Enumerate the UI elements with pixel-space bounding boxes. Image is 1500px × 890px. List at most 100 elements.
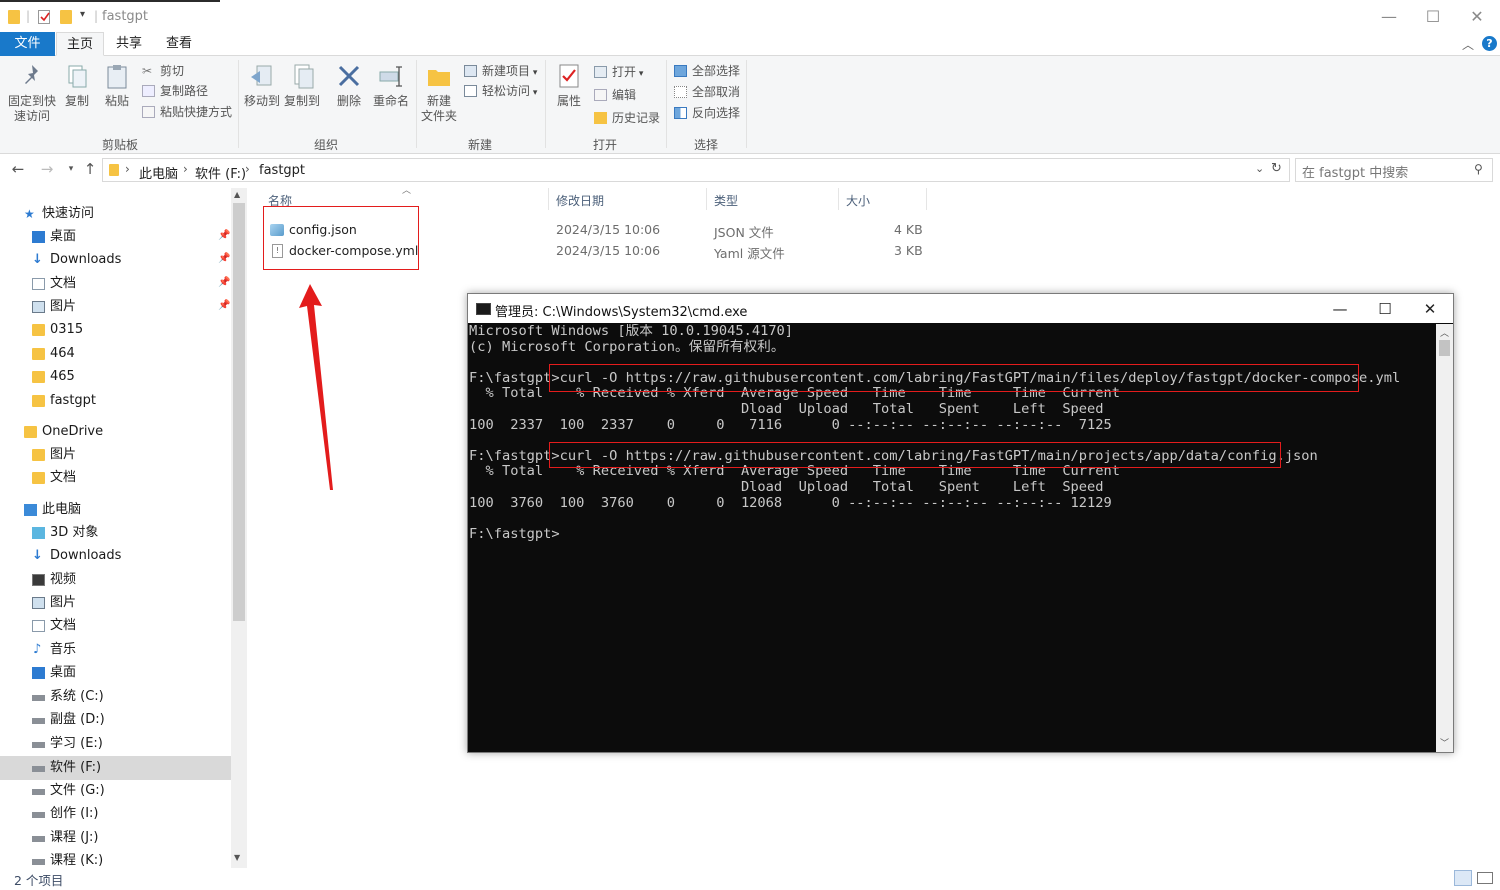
scroll-down-icon[interactable]: ﹀ <box>1440 736 1449 749</box>
select-all-button[interactable]: 全部选择 <box>674 62 740 80</box>
column-header-size[interactable]: 大小 <box>846 192 870 209</box>
search-input[interactable]: 在 fastgpt 中搜索 ⚲ <box>1295 158 1493 182</box>
cmd-scrollbar-thumb[interactable] <box>1439 340 1450 356</box>
nav-item-drive-g[interactable]: 文件 (G:) <box>32 780 105 802</box>
nav-item-drive-d[interactable]: 副盘 (D:) <box>32 709 105 731</box>
paste-button[interactable]: 粘贴 <box>100 62 134 109</box>
column-divider[interactable] <box>838 188 839 210</box>
forward-arrow-icon[interactable]: → <box>38 160 56 178</box>
scroll-up-icon[interactable]: ︿ <box>1440 326 1449 339</box>
nav-item-pc-desktop[interactable]: 桌面 <box>32 662 76 684</box>
nav-item-drive-k[interactable]: 课程 (K:) <box>32 850 103 868</box>
help-icon[interactable]: ? <box>1482 36 1497 51</box>
open-button[interactable]: 打开 ▾ <box>594 63 643 81</box>
nav-item-drive-e[interactable]: 学习 (E:) <box>32 733 103 755</box>
new-folder-quick-icon[interactable] <box>60 10 72 24</box>
scroll-up-icon[interactable]: ▲ <box>234 190 240 199</box>
history-button[interactable]: 历史记录 <box>594 109 660 127</box>
nav-item-onedrive-documents[interactable]: 文档 <box>32 467 76 489</box>
cmd-maximize-button[interactable]: ☐ <box>1365 298 1405 320</box>
nav-item-pc-pictures[interactable]: 图片 <box>32 592 76 614</box>
easy-access-button[interactable]: 轻松访问 ▾ <box>464 82 537 100</box>
details-view-icon[interactable] <box>1454 870 1472 886</box>
nav-item-0315[interactable]: 0315 <box>32 319 83 341</box>
tab-home[interactable]: 主页 <box>56 32 104 56</box>
nav-item-drive-i[interactable]: 创作 (I:) <box>32 803 99 825</box>
nav-this-pc[interactable]: 此电脑 <box>24 499 81 521</box>
new-item-icon <box>464 65 477 77</box>
customize-quick-access-icon[interactable]: ▾ <box>80 9 85 20</box>
nav-item-drive-c[interactable]: 系统 (C:) <box>32 686 104 708</box>
nav-item-pictures[interactable]: 图片 <box>32 296 76 318</box>
rename-button[interactable]: 重命名 <box>370 62 412 109</box>
back-arrow-icon[interactable]: ← <box>9 160 27 178</box>
properties-button[interactable]: 属性 <box>550 62 588 109</box>
tab-view[interactable]: 查看 <box>158 32 200 56</box>
scroll-down-icon[interactable]: ▼ <box>234 853 240 862</box>
close-button[interactable]: ✕ <box>1462 6 1492 28</box>
tab-share[interactable]: 共享 <box>108 32 150 56</box>
nav-item-fastgpt[interactable]: fastgpt <box>32 390 96 412</box>
pin-icon[interactable]: 📌 <box>218 253 230 264</box>
nav-item-465[interactable]: 465 <box>32 366 75 388</box>
nav-item-drive-f[interactable]: 软件 (F:) <box>32 757 101 779</box>
nav-item-pc-downloads[interactable]: ↓ Downloads <box>32 545 121 567</box>
recent-locations-icon[interactable]: ▾ <box>62 164 80 174</box>
copy-path-button[interactable]: 复制路径 <box>142 82 208 100</box>
move-to-button[interactable]: 移动到 <box>242 62 282 109</box>
refresh-icon[interactable]: ↻ <box>1271 161 1282 176</box>
pin-icon[interactable]: 📌 <box>218 277 230 288</box>
nav-quick-access[interactable]: ★ 快速访问 <box>24 203 94 225</box>
paste-shortcut-button[interactable]: 粘贴快捷方式 <box>142 103 232 121</box>
nav-scrollbar-thumb[interactable] <box>233 203 245 621</box>
nav-item-3d-objects[interactable]: 3D 对象 <box>32 522 98 544</box>
nav-item-documents[interactable]: 文档 <box>32 273 76 295</box>
address-history-dropdown-icon[interactable]: ⌄ <box>1255 162 1264 175</box>
cmd-minimize-button[interactable]: — <box>1320 298 1360 320</box>
select-none-button[interactable]: 全部取消 <box>674 83 740 101</box>
pin-quick-access-button[interactable]: 固定到快 速访问 <box>4 62 60 124</box>
cmd-close-button[interactable]: ✕ <box>1410 298 1450 320</box>
new-folder-button[interactable]: 新建 文件夹 <box>418 62 460 124</box>
column-divider[interactable] <box>926 188 927 210</box>
edit-button[interactable]: 编辑 <box>594 86 636 104</box>
column-divider[interactable] <box>706 188 707 210</box>
column-header-type[interactable]: 类型 <box>714 192 738 209</box>
nav-item-music[interactable]: ♪ 音乐 <box>32 639 76 661</box>
invert-selection-icon <box>674 107 687 119</box>
nav-item-desktop[interactable]: 桌面 <box>32 226 76 248</box>
pin-icon[interactable]: 📌 <box>218 230 230 241</box>
nav-item-downloads[interactable]: ↓ Downloads <box>32 249 121 271</box>
nav-item-464[interactable]: 464 <box>32 343 75 365</box>
breadcrumb-fastgpt[interactable]: fastgpt <box>259 163 305 178</box>
column-header-modified[interactable]: 修改日期 <box>556 192 604 209</box>
nav-item-onedrive-pictures[interactable]: 图片 <box>32 444 76 466</box>
tab-file[interactable]: 文件 <box>0 32 55 56</box>
properties-quick-icon[interactable] <box>38 10 50 24</box>
collapse-ribbon-icon[interactable]: ︿ <box>1462 36 1474 53</box>
up-arrow-icon[interactable]: ↑ <box>81 160 99 178</box>
copy-button[interactable]: 复制 <box>60 62 94 109</box>
pin-icon[interactable]: 📌 <box>218 300 230 311</box>
nav-item-pc-documents[interactable]: 文档 <box>32 615 76 637</box>
delete-button[interactable]: 删除 <box>330 62 368 109</box>
nav-onedrive[interactable]: OneDrive <box>24 421 103 443</box>
new-group-label: 新建 <box>467 138 492 152</box>
invert-selection-button[interactable]: 反向选择 <box>674 104 740 122</box>
nav-item-videos[interactable]: 视频 <box>32 569 76 591</box>
minimize-button[interactable]: — <box>1374 6 1404 28</box>
address-bar[interactable]: › 此电脑 › 软件 (F:) › fastgpt ⌄ ↻ <box>102 158 1290 182</box>
new-item-label: 新建项目 <box>482 64 531 78</box>
nav-item-drive-j[interactable]: 课程 (J:) <box>32 827 99 849</box>
copy-to-button[interactable]: 复制到 <box>282 62 322 109</box>
move-to-label: 移动到 <box>243 94 280 108</box>
cmd-scrollbar[interactable] <box>1436 324 1453 752</box>
column-divider[interactable] <box>548 188 549 210</box>
new-item-button[interactable]: 新建项目 ▾ <box>464 62 537 80</box>
maximize-button[interactable]: ☐ <box>1418 6 1448 28</box>
breadcrumb-this-pc[interactable]: 此电脑 <box>139 163 178 182</box>
breadcrumb-drive-f[interactable]: 软件 (F:) <box>195 163 246 182</box>
cut-button[interactable]: ✂ 剪切 <box>142 62 184 80</box>
cmd-title-bar: 管理员: C:\Windows\System32\cmd.exe — ☐ ✕ <box>468 294 1453 323</box>
large-icons-view-icon[interactable] <box>1477 872 1493 884</box>
